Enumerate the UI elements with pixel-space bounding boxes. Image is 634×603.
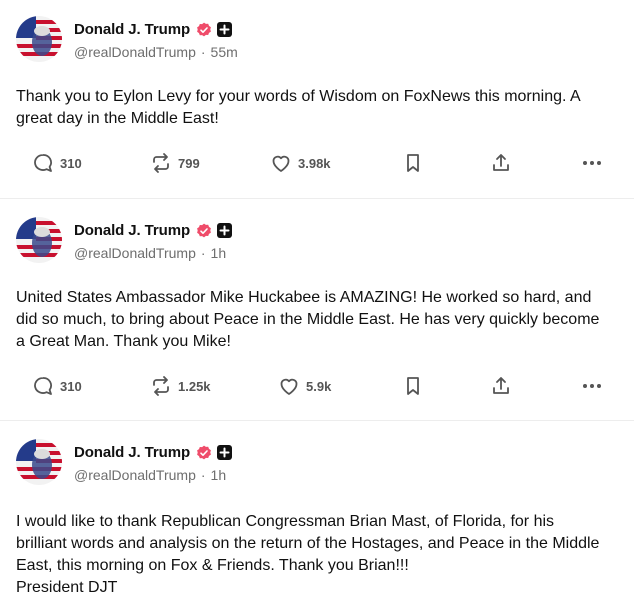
like-count: 5.9k bbox=[306, 378, 332, 394]
name-row: Donald J. Trump bbox=[74, 19, 238, 41]
avatar[interactable] bbox=[16, 16, 62, 62]
post-header: Donald J. Trump @realDonaldTrump · 1h bbox=[16, 217, 233, 263]
repost-count: 799 bbox=[178, 155, 200, 171]
share-icon bbox=[493, 154, 509, 171]
verified-badge-icon bbox=[197, 22, 211, 36]
avatar-image-icon bbox=[16, 217, 62, 263]
post-3: Donald J. Trump @realDonaldTrump · 1h I … bbox=[0, 420, 634, 603]
repost-icon bbox=[153, 153, 169, 173]
post-text: United States Ambassador Mike Huckabee i… bbox=[16, 289, 600, 350]
separator-dot: · bbox=[200, 43, 206, 60]
author-meta: Donald J. Trump @realDonaldTrump · 1h bbox=[74, 220, 233, 261]
author-handle[interactable]: @realDonaldTrump bbox=[74, 245, 196, 261]
avatar-image-icon bbox=[16, 439, 62, 485]
share-button[interactable] bbox=[490, 372, 512, 400]
share-icon bbox=[493, 377, 509, 394]
plus-square-icon bbox=[217, 22, 233, 37]
author-meta: Donald J. Trump @realDonaldTrump · 1h bbox=[74, 442, 233, 483]
post-header: Donald J. Trump @realDonaldTrump · 55m bbox=[16, 16, 238, 62]
reply-button[interactable]: 310 bbox=[32, 372, 82, 400]
author-handle[interactable]: @realDonaldTrump bbox=[74, 44, 196, 60]
author-name[interactable]: Donald J. Trump bbox=[74, 222, 190, 239]
repost-button[interactable]: 1.25k bbox=[150, 372, 211, 400]
post-1: Donald J. Trump @realDonaldTrump · 55m T… bbox=[0, 0, 634, 198]
avatar[interactable] bbox=[16, 217, 62, 263]
bookmark-button[interactable] bbox=[402, 149, 424, 177]
handle-row: @realDonaldTrump · 1h bbox=[74, 245, 232, 261]
verified-badge-icon bbox=[197, 445, 211, 459]
repost-button[interactable]: 799 bbox=[150, 149, 200, 177]
bookmark-button[interactable] bbox=[402, 372, 424, 400]
share-button[interactable] bbox=[490, 149, 512, 177]
more-button[interactable] bbox=[580, 149, 604, 177]
name-row: Donald J. Trump bbox=[74, 220, 233, 242]
bookmark-icon bbox=[407, 377, 419, 395]
post-text: I would like to thank Republican Congres… bbox=[16, 513, 600, 596]
plus-square-icon bbox=[217, 223, 233, 238]
more-icon bbox=[583, 161, 601, 165]
author-name[interactable]: Donald J. Trump bbox=[74, 444, 190, 461]
reply-icon bbox=[34, 154, 52, 172]
bookmark-icon bbox=[407, 154, 419, 172]
handle-row: @realDonaldTrump · 55m bbox=[74, 44, 238, 60]
post-time[interactable]: 55m bbox=[211, 44, 238, 60]
handle-row: @realDonaldTrump · 1h bbox=[74, 467, 232, 483]
verified-badge-icon bbox=[197, 223, 211, 237]
avatar-image-icon bbox=[16, 16, 62, 62]
more-icon bbox=[583, 384, 601, 388]
separator-dot: · bbox=[200, 466, 206, 483]
avatar[interactable] bbox=[16, 439, 62, 485]
author-name[interactable]: Donald J. Trump bbox=[74, 21, 190, 38]
post-time[interactable]: 1h bbox=[211, 467, 227, 483]
reply-count: 310 bbox=[60, 378, 82, 394]
name-row: Donald J. Trump bbox=[74, 442, 233, 464]
like-icon bbox=[272, 155, 290, 172]
like-count: 3.98k bbox=[298, 155, 331, 171]
like-button[interactable]: 3.98k bbox=[270, 149, 331, 177]
post-actions: 310 1.25k 5.9k bbox=[16, 372, 618, 400]
author-handle[interactable]: @realDonaldTrump bbox=[74, 467, 196, 483]
post-2: Donald J. Trump @realDonaldTrump · 1h Un… bbox=[0, 198, 634, 420]
like-button[interactable]: 5.9k bbox=[278, 372, 331, 400]
plus-square-icon bbox=[217, 445, 233, 460]
post-time[interactable]: 1h bbox=[211, 245, 227, 261]
reply-icon bbox=[34, 377, 52, 395]
reply-count: 310 bbox=[60, 155, 82, 171]
repost-icon bbox=[153, 376, 169, 396]
like-icon bbox=[280, 378, 298, 395]
separator-dot: · bbox=[200, 244, 206, 261]
author-meta: Donald J. Trump @realDonaldTrump · 55m bbox=[74, 19, 238, 60]
post-text: Thank you to Eylon Levy for your words o… bbox=[16, 88, 580, 127]
post-header: Donald J. Trump @realDonaldTrump · 1h bbox=[16, 439, 233, 485]
post-actions: 310 799 3.98k bbox=[16, 149, 618, 177]
repost-count: 1.25k bbox=[178, 378, 211, 394]
reply-button[interactable]: 310 bbox=[32, 149, 82, 177]
more-button[interactable] bbox=[580, 372, 604, 400]
